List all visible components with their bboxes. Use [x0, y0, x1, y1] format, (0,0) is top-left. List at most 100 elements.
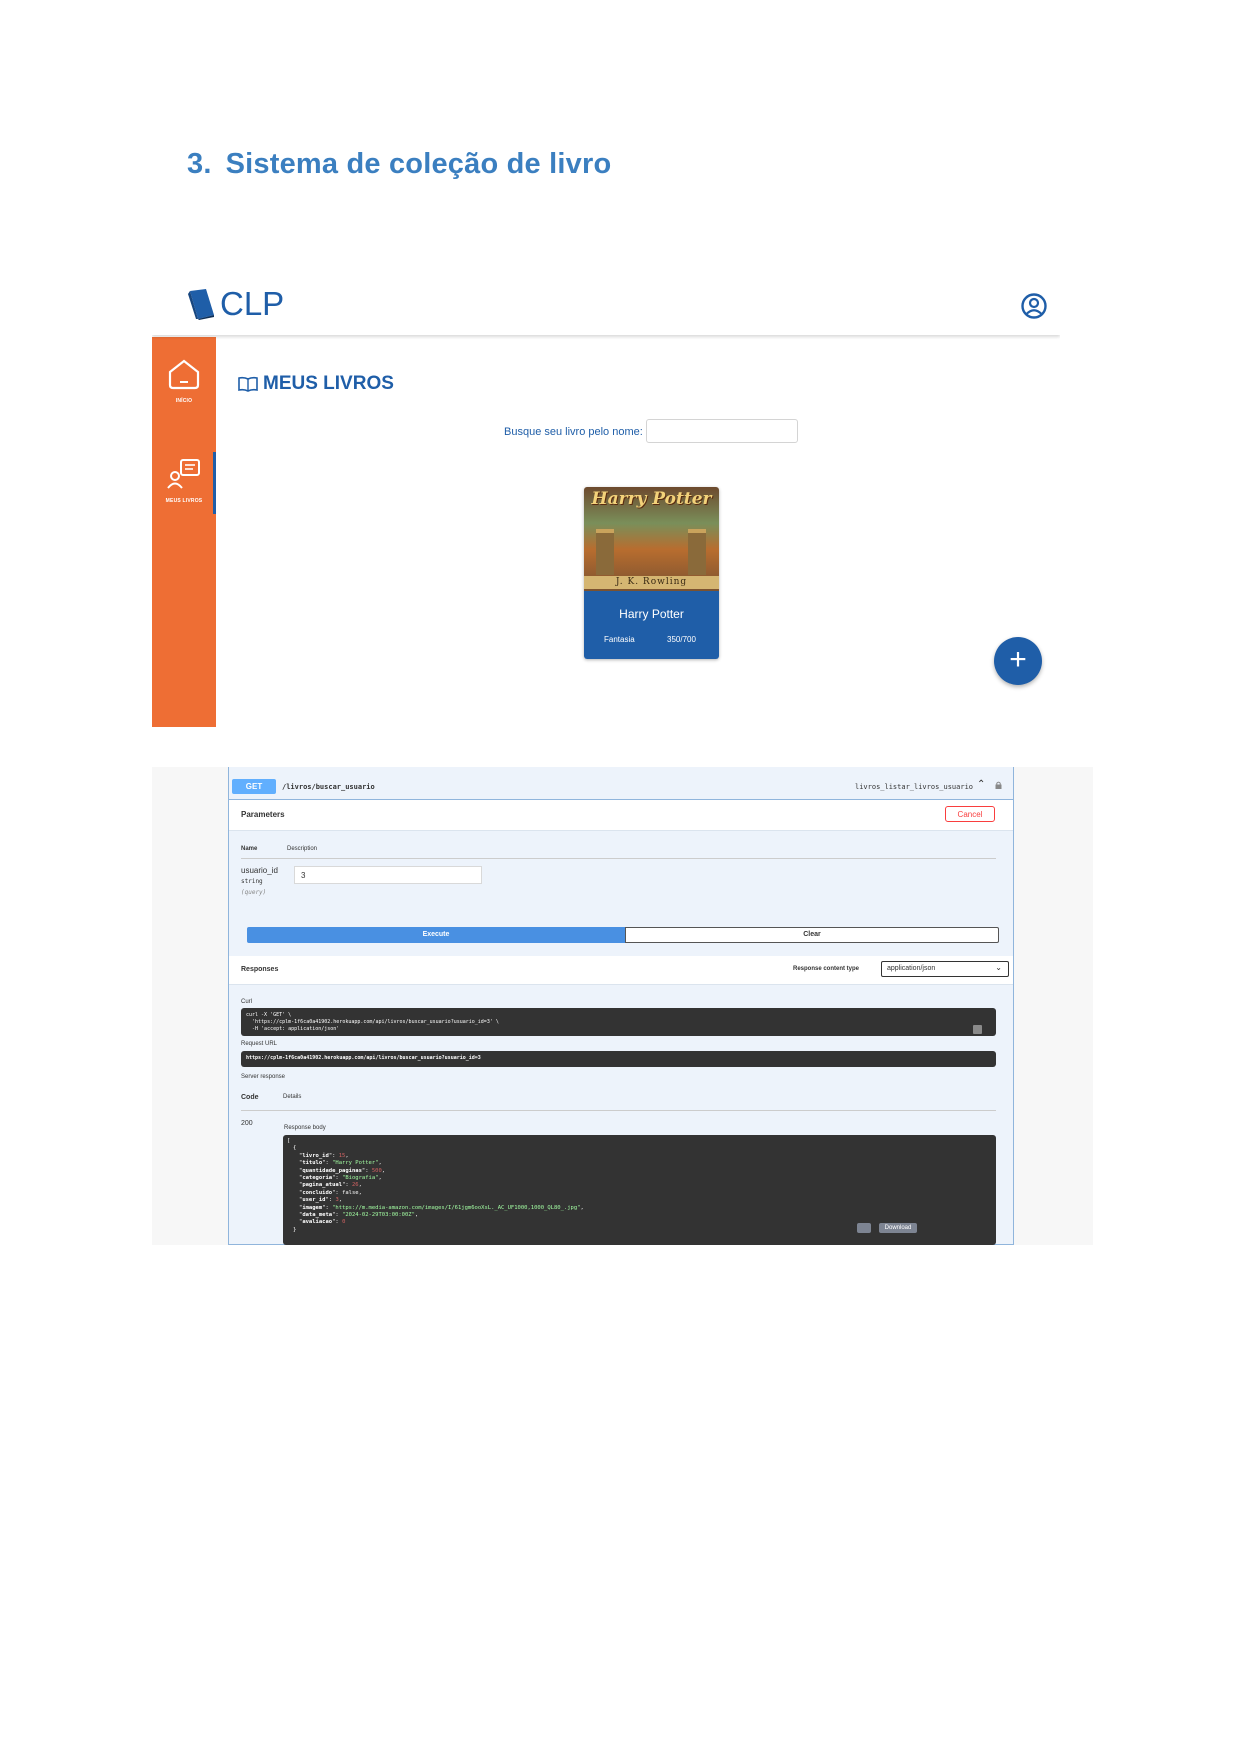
- open-book-icon: [238, 376, 258, 392]
- curl-label: Curl: [241, 999, 253, 1005]
- responses-bar: Responses Response content type applicat…: [229, 956, 1013, 985]
- main-content: MEUS LIVROS Busque seu livro pelo nome: …: [216, 337, 1060, 727]
- json-key: livro_id: [302, 1152, 329, 1159]
- curl-code[interactable]: curl -X 'GET' \ 'https://cplm-1f6ca0a419…: [241, 1008, 996, 1036]
- request-url-label: Request URL: [241, 1041, 278, 1047]
- page-title-text: MEUS LIVROS: [263, 373, 394, 394]
- json-line: "categoria": "Biografia",: [299, 1175, 382, 1182]
- chevron-down-icon: ⌄: [995, 963, 1002, 972]
- param-name: usuario_id: [241, 866, 278, 875]
- json-line: "livro_id": 15,: [299, 1152, 349, 1159]
- json-value: "https://m.media-amazon.com/images/I/61j…: [332, 1204, 581, 1211]
- app-logo[interactable]: CLP: [186, 285, 284, 323]
- json-key: avaliacao: [302, 1219, 333, 1226]
- http-method-badge: GET: [232, 779, 276, 794]
- code-column-header: Code: [241, 1094, 259, 1101]
- divider: [241, 858, 996, 859]
- json-bracket: [: [287, 1138, 291, 1144]
- home-icon: [168, 359, 200, 390]
- book-cover-image: Harry Potter J. K. Rowling: [584, 487, 719, 591]
- json-key: categoria: [302, 1175, 333, 1182]
- book-logo-icon: [188, 289, 214, 320]
- json-value: "2024-02-29T03:00:00Z": [342, 1212, 415, 1219]
- copy-icon[interactable]: [857, 1223, 871, 1233]
- json-brace: {: [293, 1145, 297, 1152]
- lock-icon[interactable]: [995, 781, 1002, 789]
- response-content-type-label: Response content type: [793, 966, 860, 972]
- sidebar-item-label: INÍCIO: [175, 398, 193, 404]
- book-title: Harry Potter: [619, 607, 684, 621]
- chevron-up-icon[interactable]: ⌃: [977, 779, 985, 790]
- usuario-id-input[interactable]: 3: [294, 866, 482, 884]
- json-line: "pagina_atual": 26,: [299, 1182, 362, 1189]
- swagger-screenshot: GET /livros/buscar_usuario livros_listar…: [152, 767, 1093, 1245]
- add-book-button[interactable]: +: [994, 637, 1042, 685]
- request-url[interactable]: https://cplm-1f6ca0a41902.herokuapp.com/…: [241, 1051, 996, 1067]
- json-lines: "livro_id": 15, "titulo": "Harry Potter",…: [287, 1153, 992, 1227]
- cover-author: J. K. Rowling: [584, 576, 719, 589]
- operation-header[interactable]: GET /livros/buscar_usuario livros_listar…: [229, 777, 1013, 800]
- json-key: imagem: [302, 1204, 323, 1211]
- json-line: "user_id": 3,: [299, 1197, 343, 1204]
- column-description-header: Description: [287, 846, 318, 852]
- details-column-header: Details: [283, 1094, 302, 1100]
- status-code: 200: [241, 1120, 253, 1127]
- book-card[interactable]: Harry Potter J. K. Rowling Harry Potter …: [584, 487, 719, 659]
- book-category: Fantasia: [604, 635, 635, 644]
- column-name-header: Name: [241, 846, 258, 852]
- json-line: "quantidade_paginas": 500,: [299, 1167, 386, 1174]
- sidebar-item-label: MEUS LIVROS: [165, 498, 203, 504]
- cover-art: [688, 529, 706, 575]
- divider: [241, 1110, 996, 1111]
- clear-button[interactable]: Clear: [625, 927, 999, 943]
- book-info: Harry Potter Fantasia 350/700: [584, 591, 719, 659]
- section-heading: 3. Sistema de coleção de livro: [187, 148, 611, 181]
- select-value: application/json: [887, 965, 936, 972]
- cover-art: [596, 529, 614, 575]
- json-value: "Harry Potter": [332, 1160, 379, 1167]
- json-key: data_meta: [302, 1212, 333, 1219]
- cover-title: Harry Potter: [591, 489, 712, 509]
- account-icon[interactable]: [1020, 292, 1048, 320]
- operation-panel: GET /livros/buscar_usuario livros_listar…: [228, 767, 1014, 1245]
- json-key: titulo: [302, 1160, 323, 1167]
- page-title: MEUS LIVROS: [238, 373, 394, 395]
- download-button[interactable]: Download: [879, 1223, 917, 1233]
- top-bar: CLP: [152, 275, 1060, 335]
- parameters-title: Parameters: [241, 810, 285, 819]
- param-location: (query): [241, 889, 267, 896]
- section-title: Sistema de coleção de livro: [225, 148, 612, 180]
- endpoint-path: /livros/buscar_usuario: [282, 783, 375, 791]
- clp-app-screenshot: CLP INÍCIO MEUS LIVROS MEUS LIVROS Busqu…: [152, 275, 1060, 727]
- cancel-button[interactable]: Cancel: [945, 806, 995, 822]
- json-key: quantidade_paginas: [302, 1167, 362, 1174]
- logo-text: CLP: [220, 285, 285, 322]
- sidebar-item-meus-livros[interactable]: MEUS LIVROS: [152, 457, 216, 504]
- sidebar-item-inicio[interactable]: INÍCIO: [152, 357, 216, 404]
- copy-icon[interactable]: [973, 1025, 982, 1034]
- json-line: "titulo": "Harry Potter",: [299, 1160, 382, 1167]
- json-line: "concluido": false,: [299, 1189, 362, 1196]
- param-type: string: [241, 878, 263, 885]
- json-value: 500: [371, 1167, 382, 1174]
- search-input[interactable]: [646, 419, 798, 443]
- json-value: 0: [342, 1219, 346, 1226]
- json-key: concluido: [302, 1189, 333, 1196]
- user-books-icon: [167, 459, 200, 489]
- json-line: "data_meta": "2024-02-29T03:00:00Z",: [299, 1212, 419, 1219]
- response-content-type-select[interactable]: application/json ⌄: [881, 961, 1009, 977]
- operation-id: livros_listar_livros_usuario: [855, 783, 974, 791]
- book-progress: 350/700: [667, 635, 696, 644]
- server-response-label: Server response: [241, 1074, 286, 1080]
- json-line: "imagem": "https://m.media-amazon.com/im…: [299, 1204, 584, 1211]
- json-value: 26: [352, 1182, 359, 1189]
- parameters-bar: Parameters Cancel: [229, 800, 1013, 831]
- json-value: "Biografia": [342, 1175, 379, 1182]
- search-label: Busque seu livro pelo nome:: [504, 426, 643, 438]
- section-number: 3.: [187, 148, 212, 180]
- json-key: pagina_atual: [302, 1182, 343, 1189]
- execute-button[interactable]: Execute: [247, 927, 625, 943]
- sidebar: INÍCIO MEUS LIVROS: [152, 337, 216, 727]
- response-body-label: Response body: [284, 1125, 326, 1131]
- json-key: user_id: [302, 1197, 326, 1204]
